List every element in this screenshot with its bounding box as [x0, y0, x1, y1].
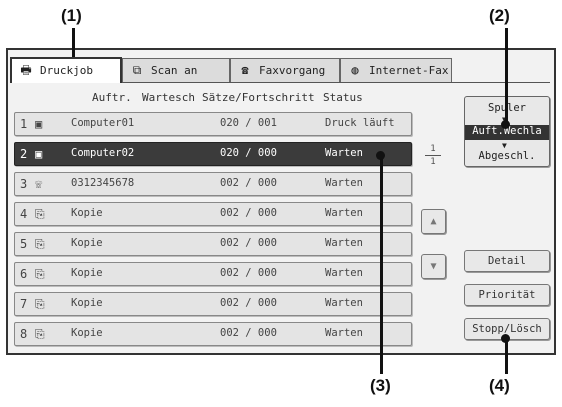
page-indicator: 1 1 [423, 144, 443, 167]
printer-icon: 🖶 [20, 63, 32, 77]
job-name: Kopie [71, 297, 103, 309]
fax-icon: ☎ [241, 63, 249, 77]
computer-icon: ▣ [35, 117, 43, 131]
job-row[interactable]: 5 ⎘ Kopie 002 / 000 Warten [14, 232, 412, 256]
scroll-up-button[interactable]: ▲ [421, 209, 446, 234]
job-row[interactable]: 3 ☏ 0312345678 002 / 000 Warten [14, 172, 412, 196]
job-number: 5 [20, 237, 28, 251]
column-header-progress: Sätze/Fortschritt [202, 91, 315, 104]
job-name: Kopie [71, 237, 103, 249]
job-status: Druck läuft [325, 117, 395, 129]
job-row[interactable]: 6 ⎘ Kopie 002 / 000 Warten [14, 262, 412, 286]
arrow-up-icon: ▲ [430, 216, 437, 227]
job-name: Kopie [71, 207, 103, 219]
job-name: Computer01 [71, 117, 135, 129]
globe-icon: ◍ [351, 63, 359, 77]
job-row[interactable]: 1 ▣ Computer01 020 / 001 Druck läuft [14, 112, 412, 136]
job-progress: 002 / 000 [220, 327, 277, 339]
tab-label: Druckjob [40, 64, 93, 77]
job-name: 0312345678 [71, 177, 135, 189]
arrow-down-icon: ▼ [430, 261, 437, 272]
job-number: 8 [20, 327, 28, 341]
tab-label: Faxvorgang [259, 64, 326, 77]
job-number: 3 [20, 177, 28, 191]
copy-icon: ⎘ [35, 237, 45, 251]
callout-3: (3) [370, 376, 391, 395]
callout-3-leader [380, 156, 383, 374]
column-header-job: Auftr. [92, 91, 132, 104]
job-progress: 020 / 001 [220, 117, 277, 129]
callout-4-leader [505, 340, 508, 374]
computer-icon: ▣ [35, 147, 43, 161]
tab-label: Internet-Fax [369, 64, 449, 77]
column-header-status: Status [323, 91, 363, 104]
arrow-down-icon: ▼ [502, 141, 507, 150]
current-page: 1 [430, 144, 436, 154]
callout-2: (2) [489, 6, 510, 25]
callout-1: (1) [61, 6, 82, 25]
job-status: Warten [325, 297, 363, 309]
fax-job-icon: ☏ [35, 177, 43, 191]
callout-2-marker [501, 120, 510, 129]
mode-option-completed[interactable]: Abgeschl. [465, 150, 549, 162]
job-row[interactable]: 4 ⎘ Kopie 002 / 000 Warten [14, 202, 412, 226]
copy-icon: ⎘ [35, 207, 45, 221]
job-progress: 002 / 000 [220, 237, 277, 249]
priority-button[interactable]: Priorität [464, 284, 550, 306]
job-name: Computer02 [71, 147, 135, 159]
column-header-sets: Wartesch [142, 91, 195, 104]
tab-scan-to[interactable]: ⧉ Scan an [122, 58, 230, 82]
job-status: Warten [325, 327, 363, 339]
total-pages: 1 [430, 157, 436, 167]
job-progress: 002 / 000 [220, 297, 277, 309]
tab-internet-fax[interactable]: ◍ Internet-Fax [340, 58, 452, 82]
scroll-down-button[interactable]: ▼ [421, 254, 446, 279]
job-row[interactable]: 8 ⎘ Kopie 002 / 000 Warten [14, 322, 412, 346]
job-row-selected[interactable]: 2 ▣ Computer02 020 / 000 Warten [14, 142, 412, 166]
job-number: 6 [20, 267, 28, 281]
job-progress: 020 / 000 [220, 147, 277, 159]
job-name: Kopie [71, 327, 103, 339]
tab-label: Scan an [151, 64, 198, 77]
job-status: Warten [325, 267, 363, 279]
copy-icon: ⎘ [35, 327, 45, 341]
job-number: 7 [20, 297, 28, 311]
job-progress: 002 / 000 [220, 207, 277, 219]
job-status: Warten [325, 147, 363, 159]
callout-2-leader [505, 28, 508, 126]
copy-icon: ⎘ [35, 267, 45, 281]
job-status: Warten [325, 237, 363, 249]
callout-4-marker [501, 334, 510, 343]
job-number: 1 [20, 117, 28, 131]
job-status: Warten [325, 177, 363, 189]
job-progress: 002 / 000 [220, 267, 277, 279]
tab-fax[interactable]: ☎ Faxvorgang [230, 58, 340, 82]
job-number: 2 [20, 147, 28, 161]
job-progress: 002 / 000 [220, 177, 277, 189]
detail-button[interactable]: Detail [464, 250, 550, 272]
copy-icon: ⎘ [35, 297, 45, 311]
job-status: Warten [325, 207, 363, 219]
callout-3-marker [376, 151, 385, 160]
tab-print-job[interactable]: 🖶 Druckjob [10, 57, 122, 83]
callout-4: (4) [489, 376, 510, 395]
scanner-icon: ⧉ [132, 63, 142, 77]
job-number: 4 [20, 207, 28, 221]
job-name: Kopie [71, 267, 103, 279]
job-row[interactable]: 7 ⎘ Kopie 002 / 000 Warten [14, 292, 412, 316]
